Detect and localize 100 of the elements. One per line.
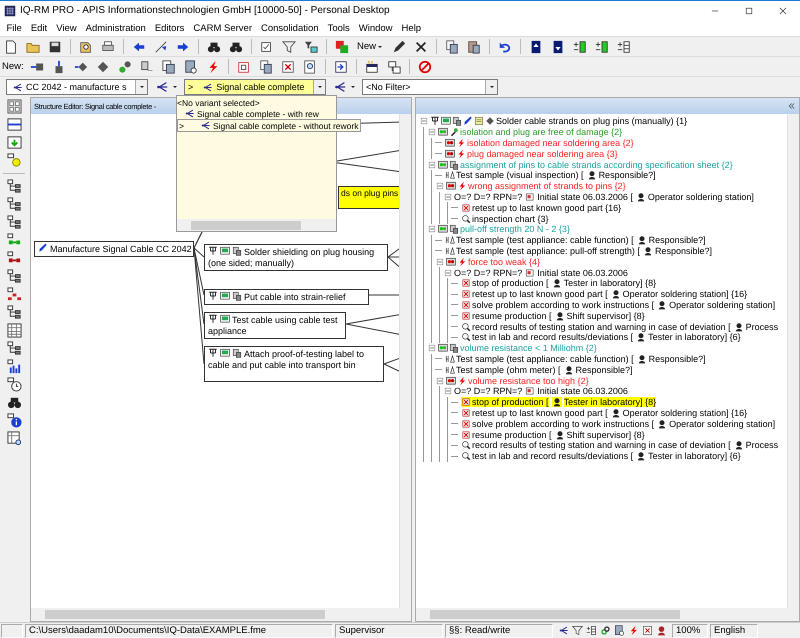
collapse-toggle[interactable] — [427, 127, 437, 138]
expand-list-icon[interactable] — [573, 40, 588, 54]
new-document-icon[interactable] — [4, 40, 18, 54]
tree-structure-icon[interactable] — [6, 305, 22, 320]
tree-item-label[interactable]: Test sample (visual inspection) [ — [456, 170, 584, 180]
expand-list-icon[interactable] — [595, 40, 610, 54]
tree-structure-icon[interactable] — [6, 269, 22, 284]
expand-list-icon[interactable] — [617, 40, 632, 54]
documents-icon[interactable] — [162, 60, 176, 74]
collapse-toggle[interactable] — [427, 160, 437, 170]
bars-icon[interactable] — [6, 117, 22, 132]
collapse-toggle[interactable] — [443, 268, 453, 278]
tree-item-label[interactable]: force too weak {4} — [468, 256, 540, 267]
tree-item-label[interactable]: O=? D=? RPN=? — [454, 386, 522, 396]
document-icon[interactable] — [140, 60, 154, 74]
delete-document-icon[interactable] — [280, 60, 295, 74]
process-node[interactable]: ds on plug pins — [338, 186, 399, 209]
lightning-icon[interactable] — [628, 625, 639, 636]
binoculars-icon[interactable] — [229, 40, 243, 54]
vertical-scrollbar[interactable] — [787, 114, 799, 608]
linked-windows-icon[interactable] — [386, 60, 401, 74]
person-icon[interactable] — [656, 625, 667, 636]
collapse-icon[interactable] — [786, 101, 796, 111]
table-search-icon[interactable] — [6, 431, 22, 446]
collapse-toggle[interactable] — [427, 343, 437, 354]
tree-item-label[interactable]: isolation damaged near soldering area {2} — [467, 138, 634, 148]
horizontal-scrollbar[interactable] — [416, 608, 799, 621]
network-icon[interactable] — [6, 287, 22, 302]
search-icon[interactable] — [207, 40, 221, 54]
window-down-icon[interactable] — [6, 135, 22, 150]
menu-item[interactable]: File — [2, 22, 26, 34]
copy-icon[interactable] — [258, 60, 273, 74]
tree-structure-icon[interactable] — [6, 179, 22, 194]
book-up-icon[interactable] — [529, 40, 544, 54]
tree-structure-icon[interactable] — [6, 197, 22, 212]
tree-item-label[interactable]: retest up to last known good part [ — [472, 289, 608, 300]
info-icon[interactable] — [6, 413, 22, 428]
tree-item-label[interactable]: isolation and plug are free of damage {2} — [460, 127, 622, 138]
light-bulb-icon[interactable] — [6, 153, 22, 168]
link-icon[interactable] — [600, 625, 611, 636]
document-search-icon[interactable] — [302, 60, 317, 74]
collapse-toggle[interactable] — [435, 181, 445, 192]
list-item[interactable]: <No variant selected> — [177, 97, 336, 108]
tree-item-label[interactable]: retest up to last known good part {16} — [472, 202, 622, 213]
new-diamond-icon[interactable] — [74, 60, 88, 74]
tree-item-label[interactable]: test in lab and record results/deviations [ — [472, 332, 634, 342]
book-down-icon[interactable] — [551, 40, 566, 54]
menu-item[interactable]: Edit — [26, 22, 52, 34]
menu-item[interactable]: Editors — [150, 22, 189, 34]
arrow-box-icon[interactable] — [334, 60, 348, 74]
print-icon[interactable] — [101, 40, 115, 54]
pencil-icon[interactable] — [392, 40, 406, 54]
tree-item-label[interactable]: solve problem according to work instructions [ — [472, 300, 654, 310]
horizontal-scrollbar[interactable] — [177, 219, 336, 231]
dropdown-button[interactable] — [135, 80, 147, 94]
filter-list-icon[interactable] — [304, 40, 318, 54]
filter-icon[interactable] — [282, 40, 296, 54]
collapse-toggle[interactable] — [443, 192, 453, 202]
tree-item-label[interactable]: stop of production [ — [472, 278, 549, 288]
document-search-icon[interactable] — [184, 60, 198, 74]
close-icon[interactable] — [778, 6, 788, 16]
tree-item-label[interactable]: record results of testing station and warning in case of deviation [ — [472, 440, 731, 450]
paste-icon[interactable] — [467, 40, 482, 54]
collapse-toggle[interactable] — [419, 116, 429, 126]
diamond-icon[interactable] — [96, 60, 110, 74]
menu-item[interactable]: Administration — [81, 22, 150, 34]
menu-item[interactable]: Window — [354, 22, 398, 34]
tree-item-label[interactable]: volume resistance too high {2} — [468, 376, 589, 386]
collapse-toggle[interactable] — [443, 386, 453, 396]
tree-item-label[interactable]: O=? D=? RPN=? — [454, 192, 522, 202]
tree-item-label[interactable]: Test sample (test appliance: cable function) [ — [456, 235, 634, 246]
menu-item[interactable]: View — [52, 22, 82, 34]
horizontal-scrollbar[interactable] — [31, 608, 411, 621]
filter-icon[interactable] — [572, 625, 583, 636]
save-icon[interactable] — [48, 40, 62, 54]
maximize-icon[interactable] — [744, 6, 754, 16]
tree-item-label[interactable]: retest up to last known good part [ — [472, 408, 608, 418]
print-preview-icon[interactable] — [79, 40, 93, 54]
tree-item-label[interactable]: resume production [ — [472, 430, 552, 440]
tree-item-label[interactable]: solve problem according to work instructions [ — [472, 418, 654, 429]
tree-item-label[interactable]: Test sample (test appliance: pull-off strength) [ — [456, 246, 640, 256]
clock-icon[interactable] — [6, 377, 22, 392]
dropdown-button[interactable] — [313, 80, 325, 94]
dropdown-button[interactable] — [485, 80, 497, 94]
process-node[interactable]: Attach proof-of-testing label to cable and put cable into transport bin — [204, 346, 384, 382]
tree-item-label[interactable]: wrong assignment of strands to pins {2} — [468, 181, 626, 192]
new-window-icon[interactable] — [364, 60, 379, 74]
tree-item-label[interactable]: Test sample (test appliance: cable function) [ — [456, 354, 634, 364]
tree-icon[interactable] — [558, 625, 569, 636]
menu-item[interactable]: CARM Server — [188, 22, 256, 34]
colored-blocks-icon[interactable] — [335, 40, 349, 54]
tree-item-label[interactable]: plug damaged near soldering area {3} — [467, 148, 618, 159]
delete-icon[interactable] — [414, 40, 428, 54]
tree-item-label[interactable]: O=? D=? RPN=? — [454, 268, 522, 278]
collapse-toggle[interactable] — [435, 376, 445, 386]
tree-item-label[interactable]: record results of testing station and warning in case of deviation [ — [472, 322, 731, 332]
process-node[interactable]: Manufacture Signal Cable CC 2042 — [34, 241, 194, 257]
table-icon[interactable] — [6, 323, 22, 338]
menu-item[interactable]: Tools — [323, 22, 354, 34]
vertical-scrollbar[interactable] — [399, 114, 411, 608]
